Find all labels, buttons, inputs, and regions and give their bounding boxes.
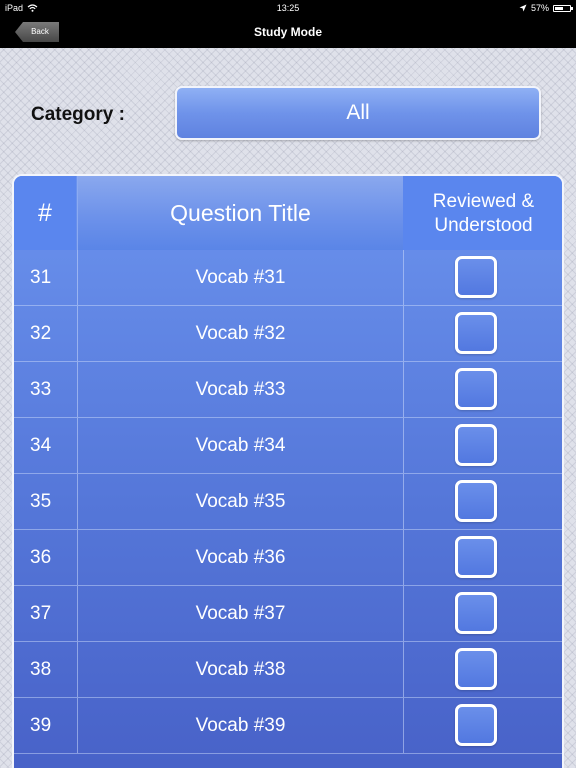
reviewed-checkbox[interactable] [455,480,497,522]
category-label: Category : [31,104,125,125]
row-number: 33 [30,379,52,400]
row-question-title[interactable]: Vocab #35 [77,474,404,529]
row-number: 38 [30,659,52,680]
row-number: 37 [30,603,52,624]
battery-fill [555,6,563,10]
question-table: # Question Title Reviewed & Understood 3… [12,174,564,768]
table-row[interactable]: 33 Vocab #33 [14,362,562,418]
table-row[interactable]: 39 Vocab #39 [14,698,562,754]
status-time: 13:25 [276,3,300,13]
row-question-title[interactable]: Vocab #33 [77,362,404,417]
row-question-title[interactable]: Vocab #39 [77,698,404,753]
navigation-bar: Back Study Mode [0,16,576,48]
table-row[interactable]: 35 Vocab #35 [14,474,562,530]
reviewed-checkbox[interactable] [455,536,497,578]
page-title: Study Mode [254,25,322,39]
table-row[interactable]: 32 Vocab #32 [14,306,562,362]
column-header-title: Question Title [77,176,404,250]
row-question-title[interactable]: Vocab #36 [77,530,404,585]
table-row[interactable]: 31 Vocab #31 [14,250,562,306]
status-right: 57% [519,0,573,16]
row-question-title[interactable]: Vocab #31 [77,250,404,305]
reviewed-checkbox[interactable] [455,704,497,746]
battery-percent: 57% [530,3,549,13]
reviewed-checkbox[interactable] [455,424,497,466]
row-question-title[interactable]: Vocab #32 [77,306,404,361]
battery-icon [553,4,573,12]
status-bar: iPad 13:25 57% [0,0,576,16]
table-body: 31 Vocab #31 32 Vocab #32 33 Vocab #33 34 Vocab… [14,250,562,754]
row-number: 36 [30,547,52,568]
reviewed-checkbox[interactable] [455,648,497,690]
reviewed-checkbox[interactable] [455,368,497,410]
table-row[interactable]: 38 Vocab #38 [14,642,562,698]
table-row[interactable]: 34 Vocab #34 [14,418,562,474]
row-question-title[interactable]: Vocab #34 [77,418,404,473]
table-header: # Question Title Reviewed & Understood [14,176,562,250]
reviewed-checkbox[interactable] [455,312,497,354]
row-number: 39 [30,715,52,736]
category-select-button[interactable]: All [175,86,541,140]
table-row[interactable]: 37 Vocab #37 [14,586,562,642]
reviewed-checkbox[interactable] [455,256,497,298]
row-question-title[interactable]: Vocab #38 [77,642,404,697]
reviewed-checkbox[interactable] [455,592,497,634]
row-question-title[interactable]: Vocab #37 [77,586,404,641]
row-number: 34 [30,435,52,456]
column-header-reviewed: Reviewed & Understood [403,176,562,250]
row-number: 31 [30,267,52,288]
location-icon [519,4,527,12]
column-header-number: # [14,176,76,250]
table-row[interactable]: 36 Vocab #36 [14,530,562,586]
row-number: 32 [30,323,52,344]
row-number: 35 [30,491,52,512]
